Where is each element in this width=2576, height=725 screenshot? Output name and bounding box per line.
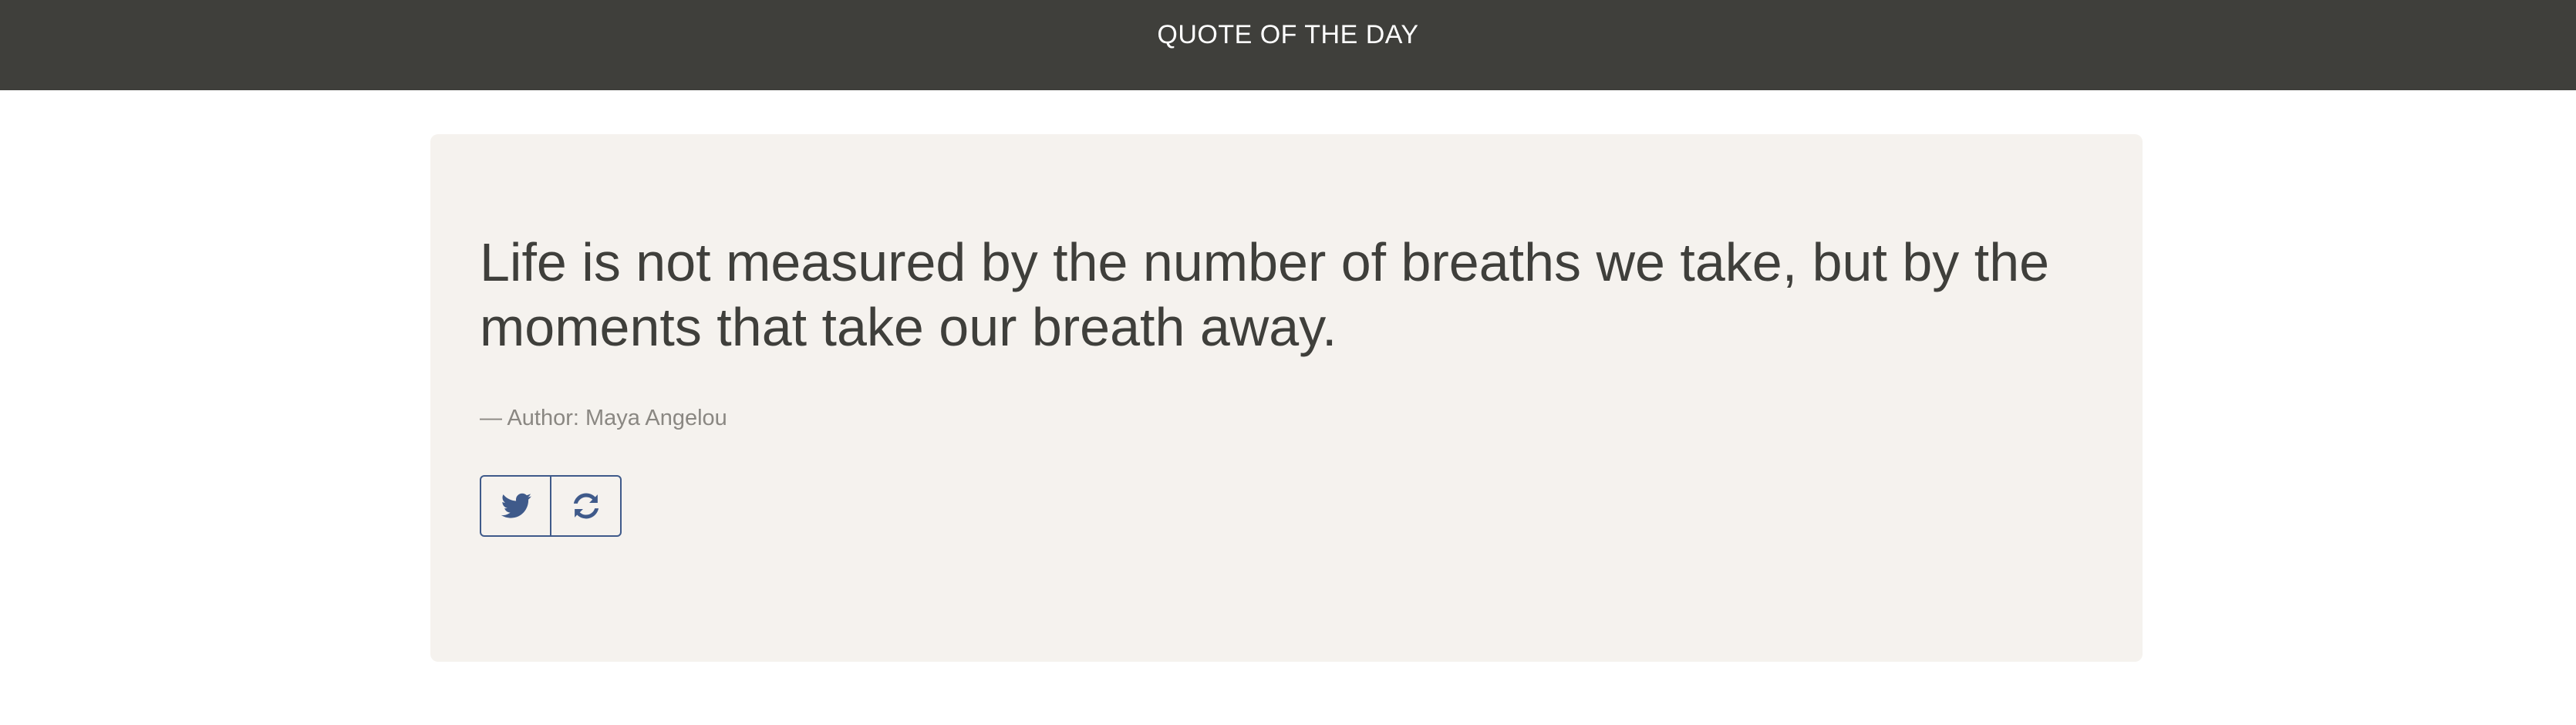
refresh-icon	[573, 493, 598, 519]
twitter-icon	[501, 493, 531, 518]
quote-actions	[480, 475, 622, 537]
quote-author: — Author: Maya Angelou	[480, 406, 727, 430]
quote-text: Life is not measured by the number of br…	[480, 232, 2050, 357]
tweet-button[interactable]	[481, 477, 550, 535]
quote-card: Life is not measured by the number of br…	[430, 134, 2143, 662]
page-title: QUOTE OF THE DAY	[1157, 20, 1419, 49]
new-quote-button[interactable]	[550, 477, 620, 535]
header-bar: QUOTE OF THE DAY	[0, 0, 2576, 90]
